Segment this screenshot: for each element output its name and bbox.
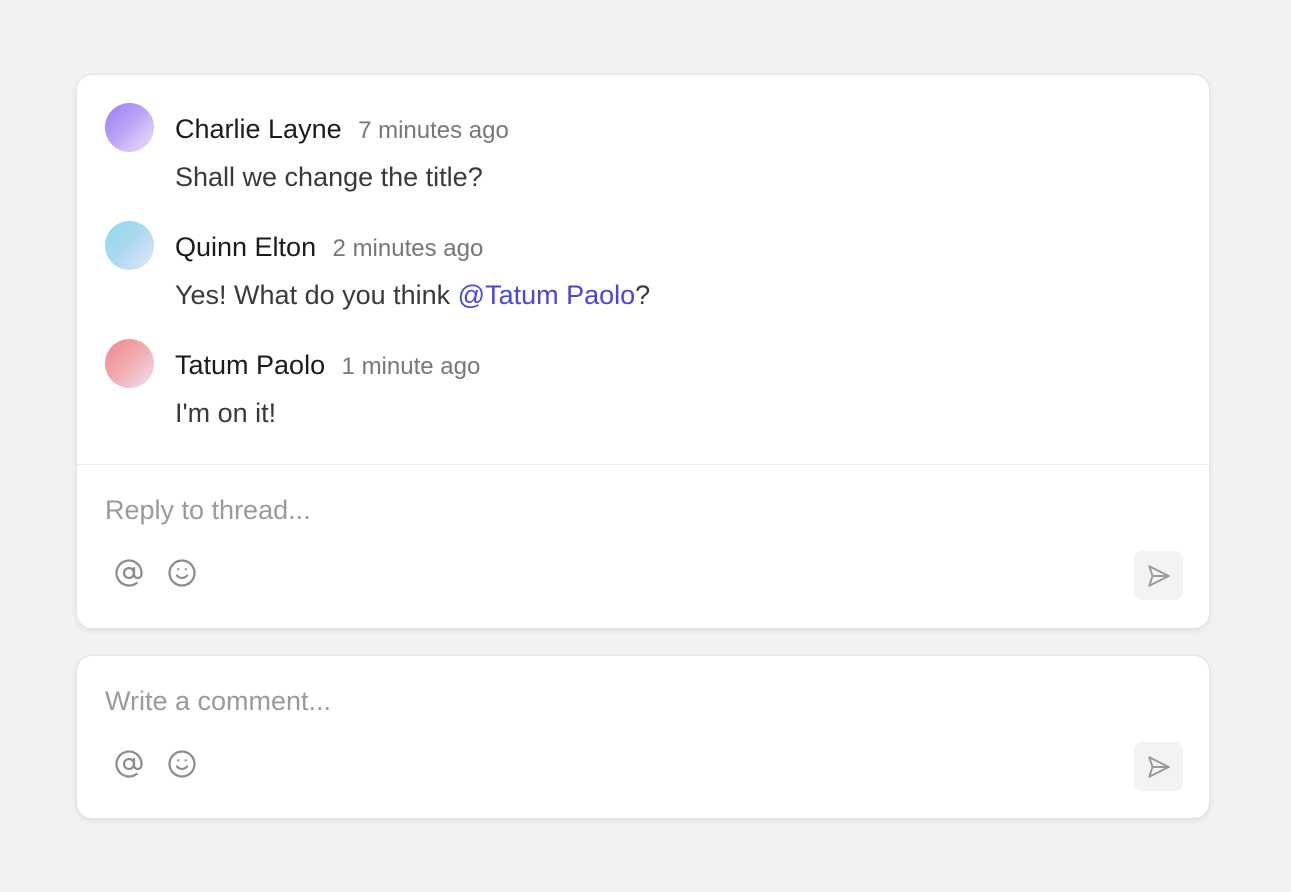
avatar xyxy=(105,221,154,270)
avatar xyxy=(105,103,154,152)
send-icon xyxy=(1147,564,1170,587)
comment-text-end: ? xyxy=(635,280,651,310)
comment-text-start: Yes! What do you think xyxy=(175,280,458,310)
comment-header: Charlie Layne 7 minutes ago xyxy=(175,113,509,150)
comment-list: Charlie Layne 7 minutes ago Shall we cha… xyxy=(77,75,1209,465)
avatar xyxy=(105,339,154,388)
comment-author: Tatum Paolo xyxy=(175,350,326,380)
send-icon xyxy=(1147,755,1170,778)
comment-header: Tatum Paolo 1 minute ago xyxy=(175,349,480,386)
mention-link[interactable]: @Tatum Paolo xyxy=(458,280,636,310)
comment-item: Charlie Layne 7 minutes ago Shall we cha… xyxy=(105,103,1175,203)
comment-item: Quinn Elton 2 minutes ago Yes! What do y… xyxy=(105,221,1175,321)
comment-text: Shall we change the title? xyxy=(175,162,483,192)
comment-timestamp: 2 minutes ago xyxy=(332,235,484,262)
reply-composer xyxy=(77,465,1209,629)
emoji-button[interactable] xyxy=(165,747,199,781)
mention-button[interactable] xyxy=(112,556,146,590)
comment-thread-card: Charlie Layne 7 minutes ago Shall we cha… xyxy=(76,74,1210,629)
comment-text: Yes! What do you think @Tatum Paolo? xyxy=(175,279,650,311)
send-button[interactable] xyxy=(1134,551,1183,600)
reply-input[interactable] xyxy=(105,493,1105,527)
comment-author: Quinn Elton xyxy=(175,232,317,262)
comment-input[interactable] xyxy=(105,684,1105,718)
comment-timestamp: 7 minutes ago xyxy=(358,117,509,144)
comment-composer xyxy=(77,656,1209,819)
comment-author: Charlie Layne xyxy=(175,114,342,144)
send-button[interactable] xyxy=(1134,742,1183,791)
smiley-icon xyxy=(168,750,196,778)
comment-text: I'm on it! xyxy=(175,398,277,428)
at-sign-icon xyxy=(115,750,143,778)
comment-timestamp: 1 minute ago xyxy=(341,353,481,380)
new-comment-card xyxy=(76,655,1210,819)
smiley-icon xyxy=(168,559,196,587)
emoji-button[interactable] xyxy=(165,556,199,590)
at-sign-icon xyxy=(115,559,143,587)
comment-item: Tatum Paolo 1 minute ago I'm on it! xyxy=(105,339,1175,439)
mention-button[interactable] xyxy=(112,747,146,781)
comment-header: Quinn Elton 2 minutes ago xyxy=(175,231,483,268)
